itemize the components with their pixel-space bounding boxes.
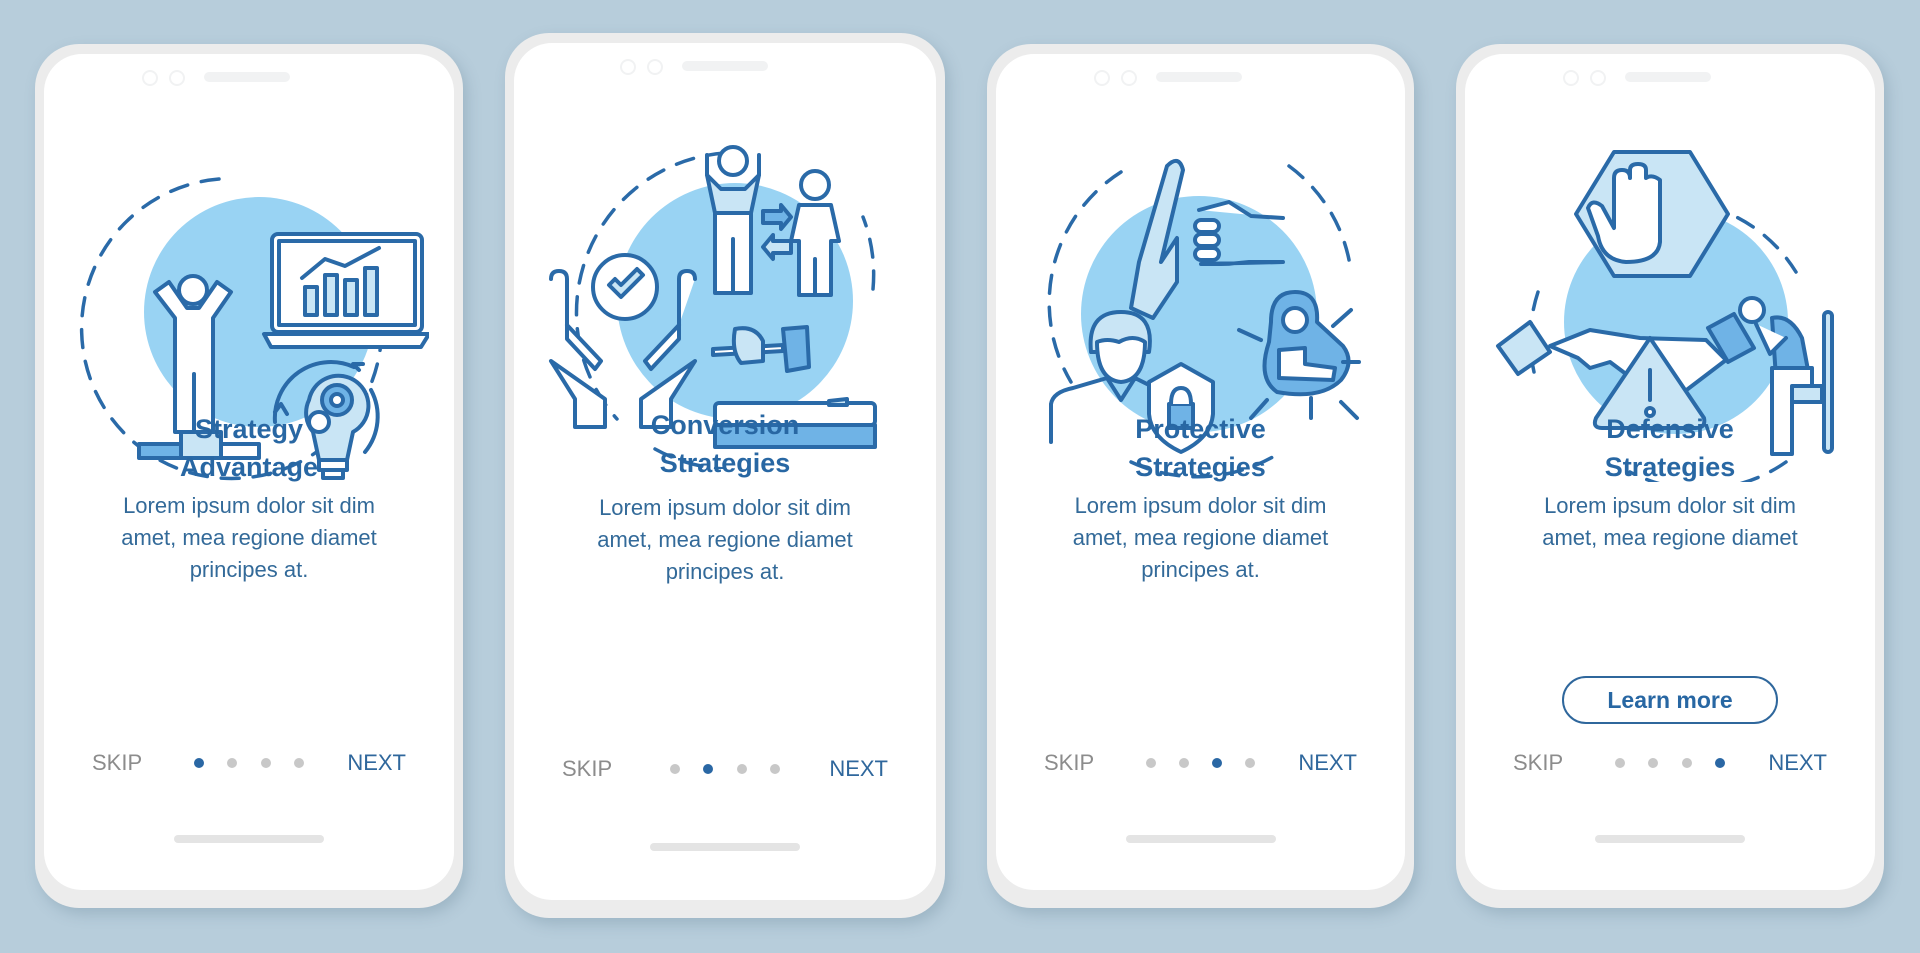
- phone-screen: Conversion Strategies Lorem ipsum dolor …: [514, 43, 936, 900]
- speaker-icon: [682, 61, 768, 71]
- sensor-icon: [169, 70, 185, 86]
- description-line: amet, mea regione diamet: [1072, 525, 1329, 550]
- description-line: Lorem ipsum dolor sit dim: [599, 495, 851, 520]
- phone-notch: [1465, 70, 1875, 86]
- page-dot[interactable]: [769, 764, 780, 774]
- home-indicator[interactable]: [1595, 835, 1745, 843]
- screen-title: Protective Strategies: [996, 410, 1405, 486]
- home-indicator[interactable]: [1125, 835, 1276, 843]
- onboarding-nav: SKIP NEXT: [996, 748, 1405, 778]
- onboarding-nav: SKIP NEXT: [1465, 748, 1875, 778]
- phone-notch: [44, 70, 454, 86]
- page-indicator: [1615, 758, 1725, 768]
- onboarding-screen-protective-strategies: Protective Strategies Lorem ipsum dolor …: [987, 44, 1414, 908]
- page-dot[interactable]: [1145, 758, 1156, 768]
- screen-description: Lorem ipsum dolor sit dim amet, mea regi…: [1026, 490, 1375, 586]
- page-dot[interactable]: [1178, 758, 1189, 768]
- screen-description: Lorem ipsum dolor sit dim amet, mea regi…: [544, 492, 906, 588]
- next-button[interactable]: NEXT: [1298, 748, 1357, 778]
- camera-icon: [142, 70, 158, 86]
- next-button[interactable]: NEXT: [347, 748, 406, 778]
- onboarding-screen-defensive-strategies: Defensive Strategies Lorem ipsum dolor s…: [1456, 44, 1884, 908]
- title-line: Defensive: [1606, 414, 1734, 444]
- screen-title: Strategy Advantage: [44, 410, 454, 486]
- page-dot[interactable]: [1245, 758, 1256, 768]
- description-line: Lorem ipsum dolor sit dim: [1074, 493, 1327, 518]
- page-indicator: [670, 764, 780, 774]
- sensor-icon: [647, 59, 663, 75]
- onboarding-screen-conversion-strategies: Conversion Strategies Lorem ipsum dolor …: [505, 33, 945, 918]
- camera-icon: [1563, 70, 1579, 86]
- onboarding-nav: SKIP NEXT: [44, 748, 454, 778]
- camera-icon: [1094, 70, 1110, 86]
- laptop-chart-icon: [262, 232, 429, 349]
- phone-screen: Protective Strategies Lorem ipsum dolor …: [996, 54, 1405, 890]
- sensor-icon: [1590, 70, 1606, 86]
- speaker-icon: [1156, 72, 1242, 82]
- skip-button[interactable]: SKIP: [562, 754, 612, 784]
- skip-button[interactable]: SKIP: [1513, 748, 1563, 778]
- page-dot[interactable]: [260, 758, 271, 768]
- speaker-icon: [1625, 72, 1711, 82]
- phone-notch: [514, 59, 936, 75]
- page-dot[interactable]: [227, 758, 238, 768]
- phone-screen: Defensive Strategies Lorem ipsum dolor s…: [1465, 54, 1875, 890]
- home-indicator[interactable]: [650, 843, 800, 851]
- onboarding-screen-strategy-advantage: Strategy Advantage Lorem ipsum dolor sit…: [35, 44, 463, 908]
- title-line: Protective: [1135, 414, 1266, 444]
- description-line: principes at.: [1141, 557, 1260, 582]
- description-line: amet, mea regione diamet: [597, 527, 853, 552]
- onboarding-nav: SKIP NEXT: [514, 754, 936, 784]
- speaker-icon: [204, 72, 290, 82]
- screen-description: Lorem ipsum dolor sit dim amet, mea regi…: [1495, 490, 1845, 554]
- title-line: Conversion: [650, 410, 800, 440]
- description-line: Lorem ipsum dolor sit dim: [1544, 493, 1796, 518]
- home-indicator[interactable]: [174, 835, 324, 843]
- description-line: principes at.: [665, 559, 785, 584]
- learn-more-button[interactable]: Learn more: [1562, 676, 1778, 724]
- page-dot[interactable]: [736, 764, 747, 774]
- sensor-icon: [1121, 70, 1137, 86]
- title-line: Strategies: [1604, 452, 1736, 482]
- phone-notch: [996, 70, 1405, 86]
- description-line: Lorem ipsum dolor sit dim: [123, 493, 375, 518]
- skip-button[interactable]: SKIP: [1044, 748, 1094, 778]
- title-line: Strategy: [194, 414, 304, 444]
- page-dot-active[interactable]: [703, 764, 714, 774]
- phone-screen: Strategy Advantage Lorem ipsum dolor sit…: [44, 54, 454, 890]
- camera-icon: [620, 59, 636, 75]
- description-line: principes at.: [189, 557, 309, 582]
- page-dot[interactable]: [1615, 758, 1625, 768]
- page-dot-active[interactable]: [1714, 758, 1725, 768]
- page-dot[interactable]: [293, 758, 304, 768]
- description-line: amet, mea regione diamet: [121, 525, 377, 550]
- page-indicator: [194, 758, 304, 768]
- next-button[interactable]: NEXT: [829, 754, 888, 784]
- next-button[interactable]: NEXT: [1768, 748, 1827, 778]
- page-dot[interactable]: [670, 764, 680, 774]
- page-dot[interactable]: [1681, 758, 1692, 768]
- screen-description: Lorem ipsum dolor sit dim amet, mea regi…: [74, 490, 424, 586]
- page-indicator: [1145, 758, 1256, 768]
- title-line: Advantage: [179, 452, 319, 482]
- page-dot-active[interactable]: [194, 758, 204, 768]
- page-dot-active[interactable]: [1212, 758, 1223, 768]
- page-dot[interactable]: [1648, 758, 1659, 768]
- title-line: Strategies: [1135, 452, 1266, 482]
- description-line: amet, mea regione diamet: [1542, 525, 1798, 550]
- skip-button[interactable]: SKIP: [92, 748, 142, 778]
- title-line: Strategies: [659, 448, 791, 478]
- screen-title: Defensive Strategies: [1465, 410, 1875, 486]
- screen-title: Conversion Strategies: [514, 406, 936, 482]
